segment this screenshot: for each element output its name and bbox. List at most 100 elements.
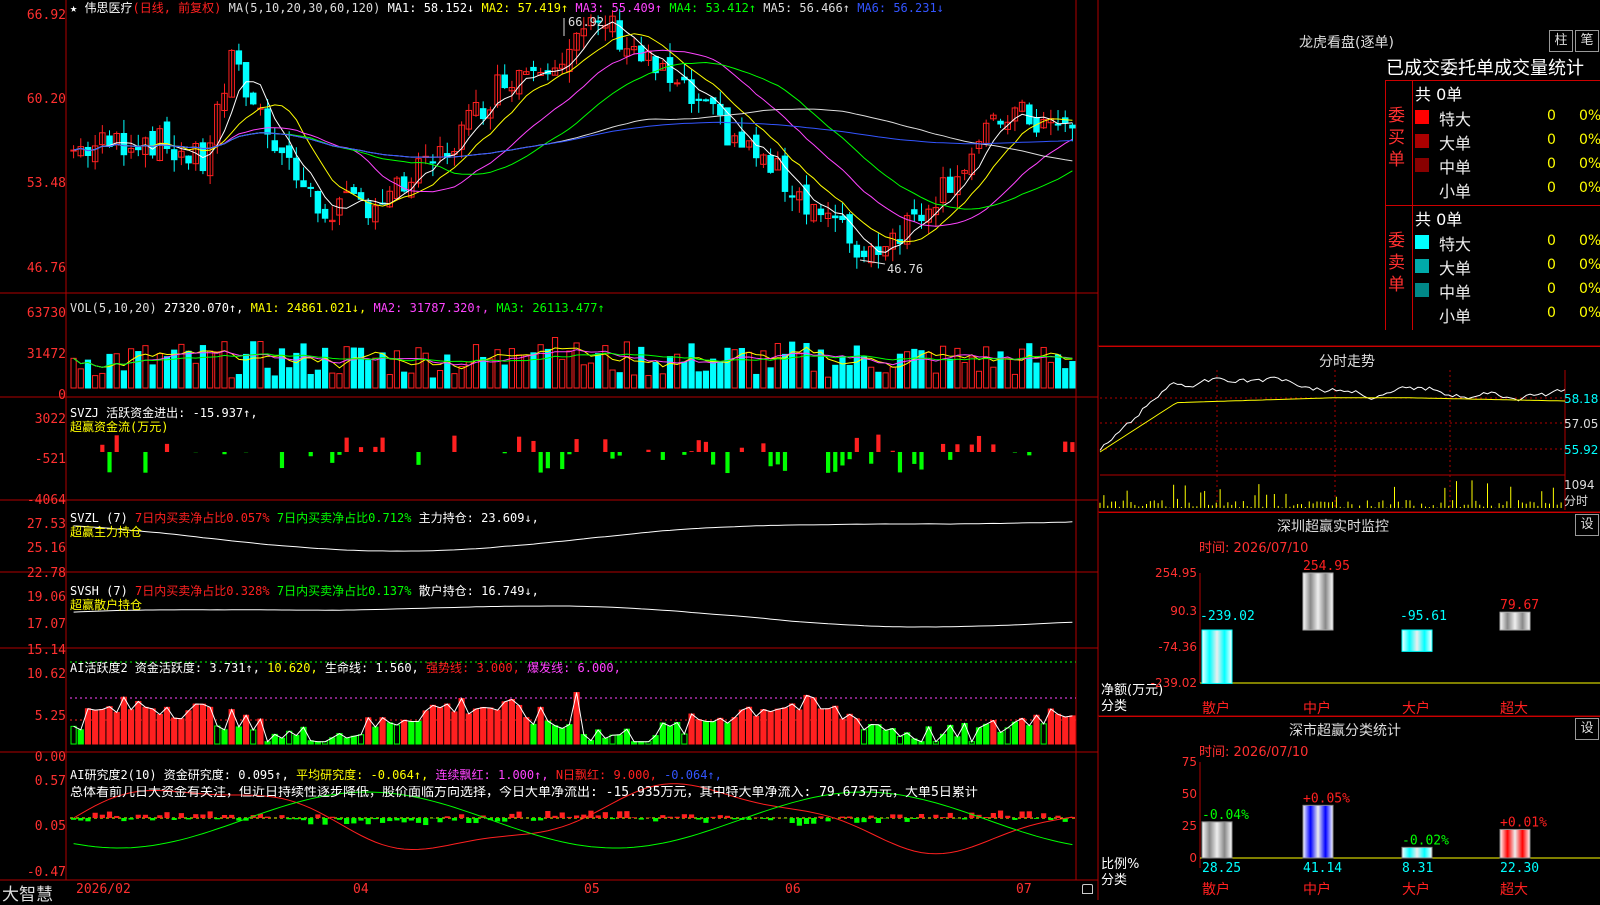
vol-bar <box>1027 344 1032 388</box>
buy-xl-count: 0 <box>1547 108 1556 124</box>
ai1-bar <box>509 699 514 744</box>
buy-l-label: 大单 <box>1439 130 1471 154</box>
ai1-bar <box>732 718 737 744</box>
ai2-bar <box>265 817 270 818</box>
ai1-v2: 10.620, <box>267 661 318 675</box>
price-axis-label: 53.48 <box>27 176 66 191</box>
ai2-bar <box>574 815 579 818</box>
buy-xl-swatch <box>1415 110 1429 124</box>
ai1-bar <box>459 698 464 744</box>
ai1-axis-label: 0.00 <box>35 750 66 765</box>
ai2-bar <box>315 814 320 818</box>
ai2-bar <box>912 818 917 819</box>
ai1-bar <box>718 718 723 744</box>
vol-bar <box>150 365 155 388</box>
ai1-bar <box>818 709 823 744</box>
vol-bar <box>768 368 773 388</box>
ai2-bar <box>790 818 795 823</box>
vol-bar <box>179 344 184 388</box>
buy-total: 共 0单 <box>1415 81 1462 105</box>
buy-m-pct: 0% <box>1579 156 1600 172</box>
bar-mode-button[interactable]: 柱 <box>1549 30 1573 52</box>
sz-monitor-settings-button[interactable]: 设 <box>1575 514 1599 536</box>
ai2-bar <box>567 817 572 818</box>
buy-rows: 共 0单 特大00% 大单00% 中单00% 小单00% <box>1412 81 1600 205</box>
ai1-bar <box>488 708 493 744</box>
sell-xl-count: 0 <box>1547 233 1556 249</box>
candle-body <box>150 131 155 154</box>
sz-stats-header: 深市超赢分类统计 <box>1099 716 1600 739</box>
ai2-bar <box>725 816 730 818</box>
ai2-bar <box>631 817 636 818</box>
vol-bar <box>861 357 866 388</box>
ai1-bar <box>351 736 356 744</box>
svsh-axis-label: 15.14 <box>27 643 66 658</box>
ai2-bar <box>703 818 708 823</box>
sell-total: 共 0单 <box>1415 206 1462 230</box>
ai2-bar <box>344 818 349 824</box>
intraday-title: 分时走势 <box>1319 351 1375 371</box>
ai2-bar <box>603 812 608 818</box>
vol-bar <box>610 370 615 388</box>
tick-mode-button[interactable]: 笔 <box>1575 30 1599 52</box>
vol-bar <box>373 358 378 388</box>
vol-bar <box>933 373 938 388</box>
ai1-bar <box>998 732 1003 744</box>
vol-header: VOL(5,10,20) 27320.070↑, MA1: 24861.021↓… <box>70 301 605 315</box>
ai1-bar <box>603 738 608 744</box>
vol-bar <box>797 353 802 388</box>
lock-icon[interactable] <box>1082 884 1093 894</box>
low-price-annot: 46.76 <box>887 262 923 276</box>
ai2-bar <box>380 818 385 823</box>
ai2-bar <box>517 812 522 818</box>
ai2-bar <box>164 812 169 818</box>
ai1-bar <box>682 734 687 744</box>
vol-bar <box>581 365 586 388</box>
ai1-bar <box>222 730 227 744</box>
vol-bar <box>344 347 349 388</box>
ai2-axis-label: 0.05 <box>35 819 66 834</box>
ai1-bar <box>876 725 881 744</box>
ai2-bar <box>991 813 996 818</box>
ai2-bar <box>897 815 902 818</box>
ai2-v5: -0.064↑, <box>664 768 722 782</box>
candle-body <box>286 146 291 157</box>
ai1-bar <box>883 730 888 744</box>
ai2-bar <box>711 817 716 818</box>
ai2-bar <box>696 818 701 820</box>
ai2-bar <box>473 818 478 823</box>
sell-m-count: 0 <box>1547 281 1556 297</box>
ai2-bar <box>193 814 198 818</box>
buy-row-xl: 特大00% <box>1413 105 1600 129</box>
vol-bar <box>128 349 133 388</box>
candle-body <box>754 135 759 158</box>
ai1-bar <box>854 719 859 744</box>
lhb-title: 龙虎看盘(逐单) <box>1299 32 1394 52</box>
sz-stats-settings-button[interactable]: 设 <box>1575 718 1599 740</box>
adjust-mode[interactable]: (日线, 前复权) <box>132 1 221 15</box>
vol-bar <box>1048 362 1053 388</box>
candle-body <box>279 148 284 153</box>
ai2-bar <box>1055 816 1060 818</box>
sell-s-label: 小单 <box>1439 303 1471 327</box>
star-icon[interactable]: ★ <box>70 1 77 15</box>
sz-axis-label: 90.3 <box>1099 604 1197 618</box>
ai2-bar <box>1012 818 1017 820</box>
sell-m-pct: 0% <box>1579 281 1600 297</box>
ai2-bar <box>1041 813 1046 818</box>
ai1-bar <box>143 707 148 744</box>
ai1-bar <box>1048 709 1053 744</box>
ai2-bar <box>768 818 773 820</box>
sell-xl-swatch <box>1415 235 1429 249</box>
ai2-bar <box>552 816 557 818</box>
ai2-bar <box>1005 816 1010 818</box>
sell-l-count: 0 <box>1547 257 1556 273</box>
ai2-bar <box>502 818 507 822</box>
high-price-annot: 66.92 <box>568 15 604 29</box>
ai2-bar <box>236 818 241 821</box>
ai1-bar <box>157 714 162 744</box>
ai2-axis-label: -0.47 <box>27 865 66 880</box>
ai2-bar <box>394 818 399 820</box>
ai1-bar <box>1055 714 1060 744</box>
price-axis-label: 60.20 <box>27 92 66 107</box>
